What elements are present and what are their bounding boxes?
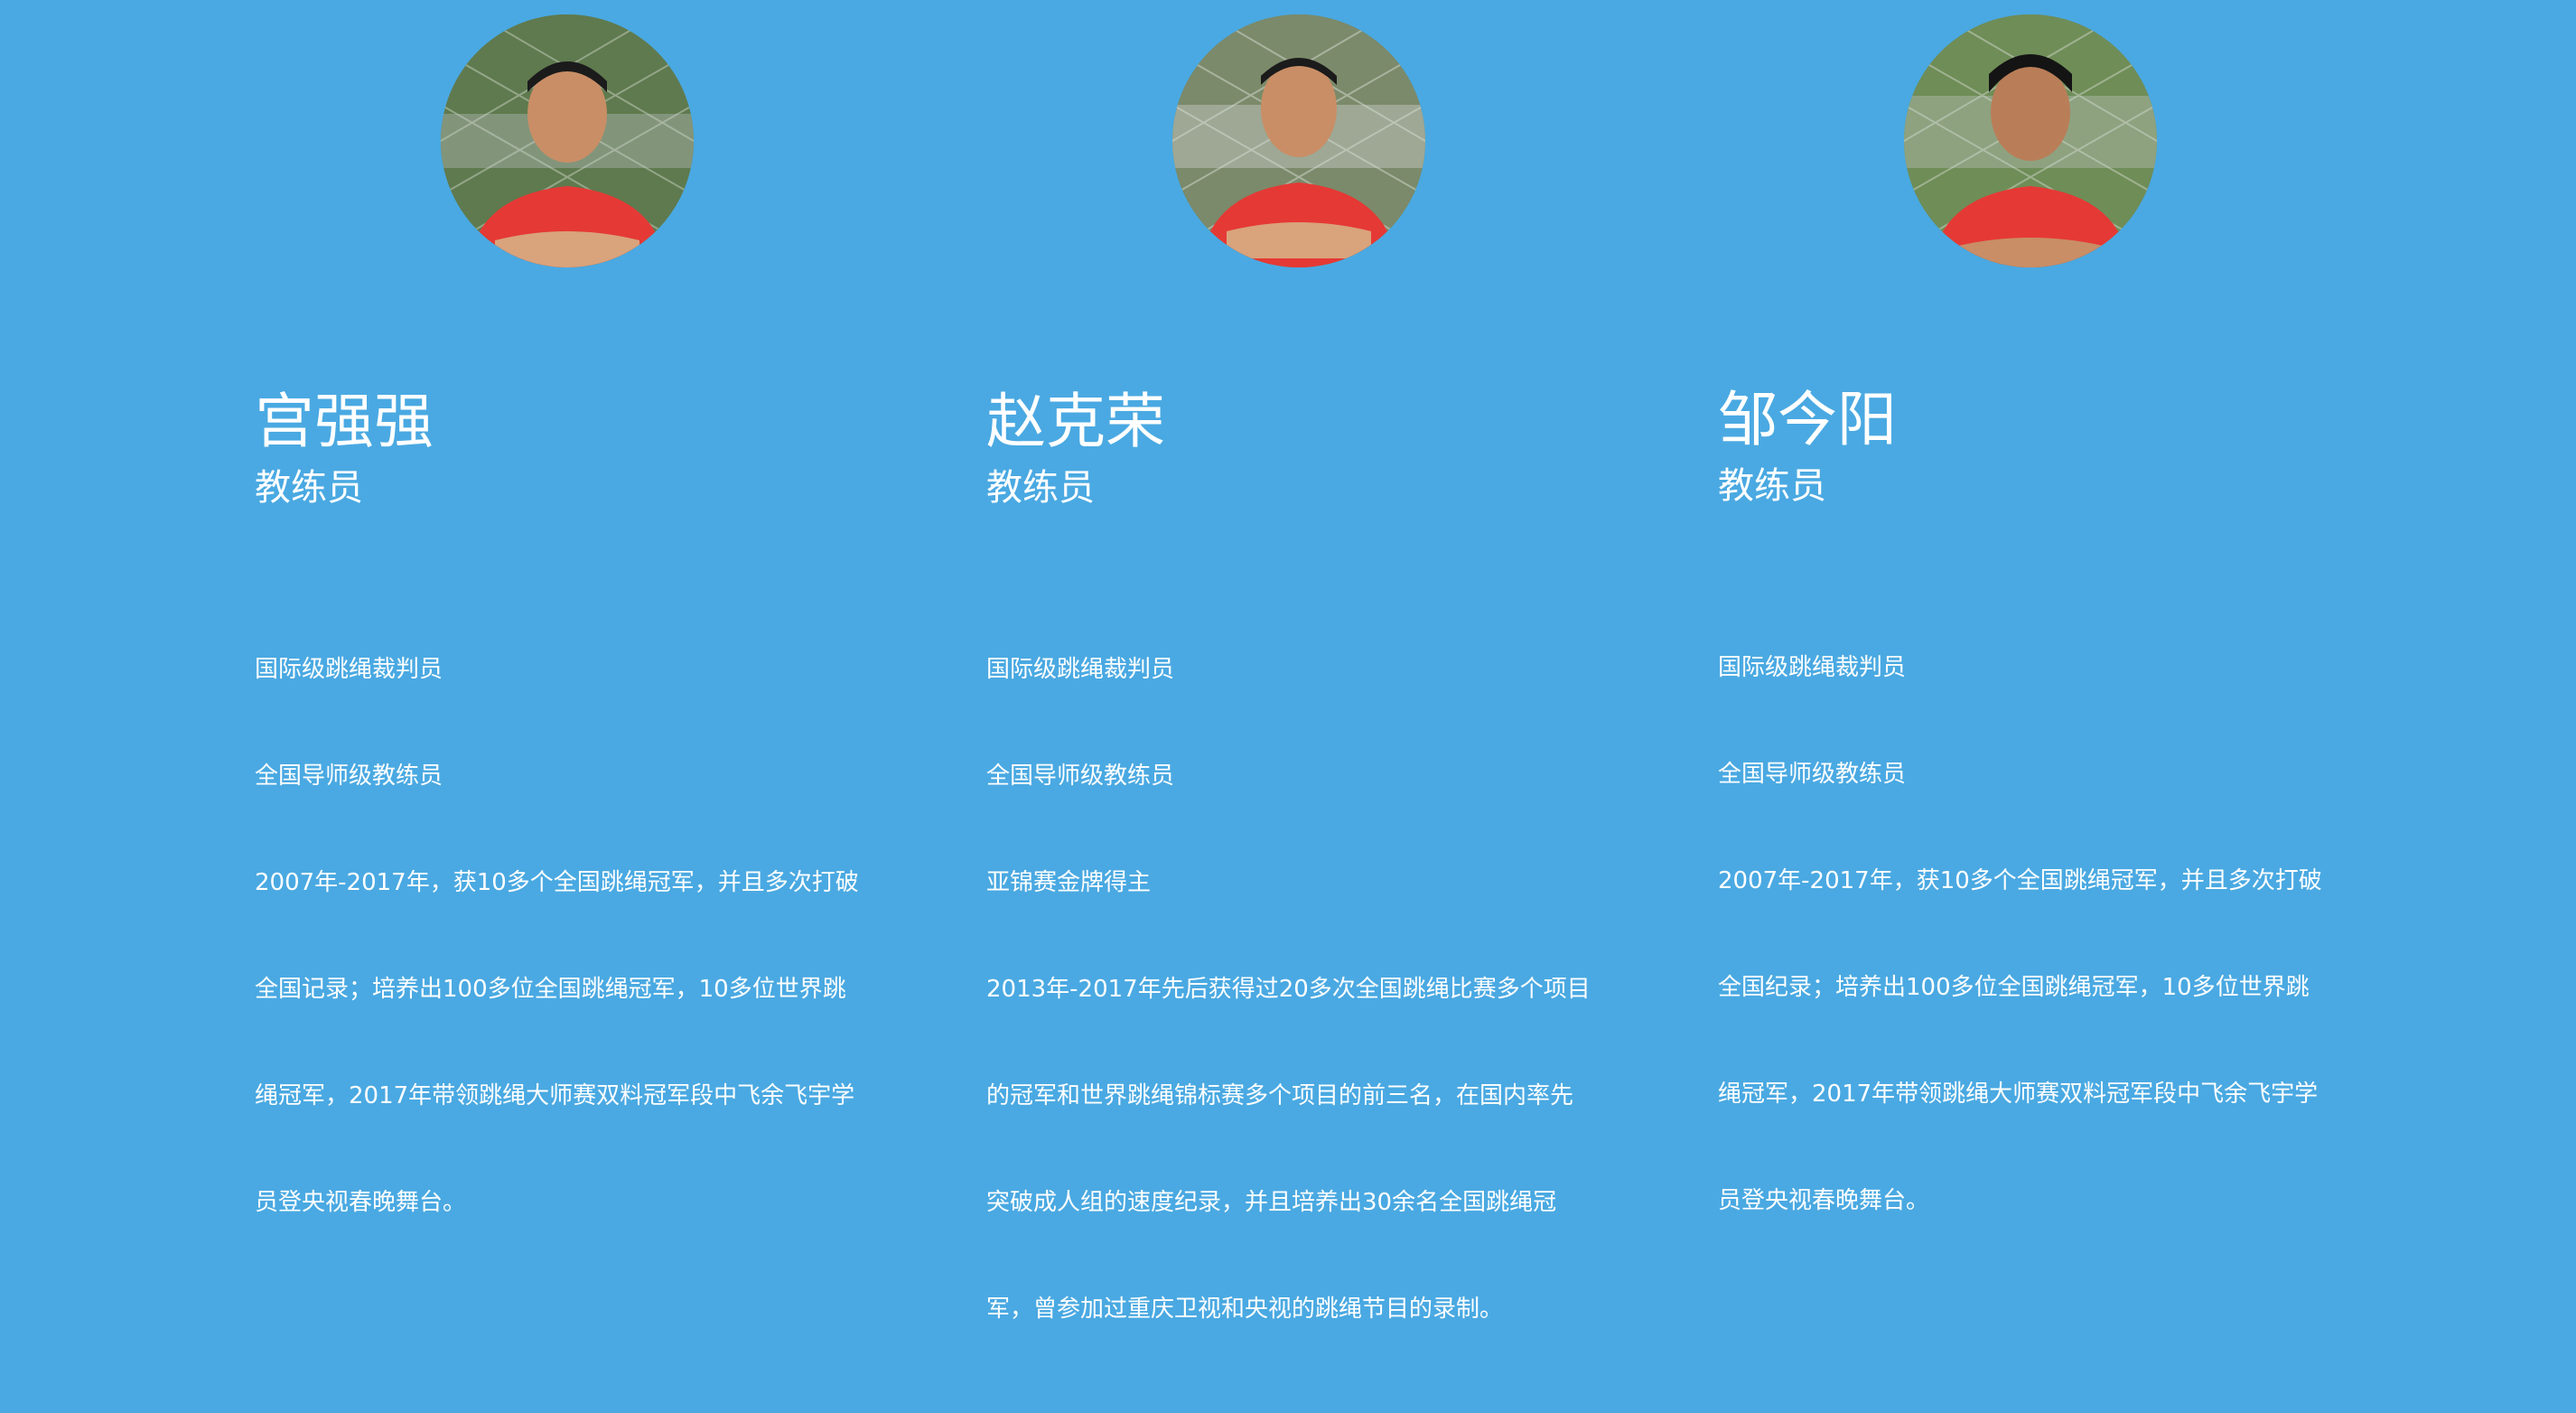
coach-photo-icon xyxy=(1172,14,1425,267)
bio-line: 全国导师级教练员 xyxy=(255,763,443,790)
bio-line: 国际级跳绳裁判员 xyxy=(1718,654,1907,681)
bio-line: 的冠军和世界跳绳锦标赛多个项目的前三名，在国内率先 xyxy=(986,1082,1574,1109)
bio-line: 国际级跳绳裁判员 xyxy=(255,656,443,683)
bio-line: 员登央视春晚舞台。 xyxy=(255,1189,467,1216)
bio-line: 2013年-2017年先后获得过20多次全国跳绳比赛多个项目 xyxy=(986,976,1591,1003)
bio-line: 全国导师级教练员 xyxy=(986,763,1175,790)
coach-role: 教练员 xyxy=(986,467,1095,509)
bio-line: 全国纪录；培养出100多位全国跳绳冠军，10多位世界跳 xyxy=(1718,974,2310,1001)
bio-line: 突破成人组的速度纪录，并且培养出30余名全国跳绳冠 xyxy=(986,1189,1557,1216)
bio-line: 全国导师级教练员 xyxy=(1718,761,1907,788)
bio-line: 绳冠军，2017年带领跳绳大师赛双料冠军段中飞余飞宇学 xyxy=(1718,1081,2319,1108)
coach-avatar xyxy=(1172,14,1425,267)
bio-line: 全国记录；培养出100多位全国跳绳冠军，10多位世界跳 xyxy=(255,976,846,1003)
coach-name: 邹今阳 xyxy=(1718,384,1897,454)
coach-role: 教练员 xyxy=(1718,465,1826,507)
bio-line: 军，曾参加过重庆卫视和央视的跳绳节目的录制。 xyxy=(986,1296,1504,1323)
bio-line: 国际级跳绳裁判员 xyxy=(986,656,1175,683)
coach-role: 教练员 xyxy=(255,467,363,509)
coach-avatar xyxy=(1904,14,2157,267)
coach-photo-icon xyxy=(441,14,694,267)
coach-bio: 国际级跳绳裁判员 全国导师级教练员 2007年-2017年，获10多个全国跳绳冠… xyxy=(255,645,859,1285)
coach-photo-icon xyxy=(1904,14,2157,267)
coach-name: 宫强强 xyxy=(255,386,434,456)
bio-line: 2007年-2017年，获10多个全国跳绳冠军，并且多次打破 xyxy=(1718,867,2322,894)
bio-line: 员登央视春晚舞台。 xyxy=(1718,1187,1930,1214)
bio-line: 亚锦赛金牌得主 xyxy=(986,869,1152,896)
coach-bio: 国际级跳绳裁判员 全国导师级教练员 2007年-2017年，获10多个全国跳绳冠… xyxy=(1718,643,2322,1283)
bio-line: 2007年-2017年，获10多个全国跳绳冠军，并且多次打破 xyxy=(255,869,859,896)
coach-name: 赵克荣 xyxy=(986,386,1165,456)
bio-line: 绳冠军，2017年带领跳绳大师赛双料冠军段中飞余飞宇学 xyxy=(255,1082,855,1109)
coach-bio: 国际级跳绳裁判员 全国导师级教练员 亚锦赛金牌得主 2013年-2017年先后获… xyxy=(986,645,1591,1391)
coach-avatar xyxy=(441,14,694,267)
